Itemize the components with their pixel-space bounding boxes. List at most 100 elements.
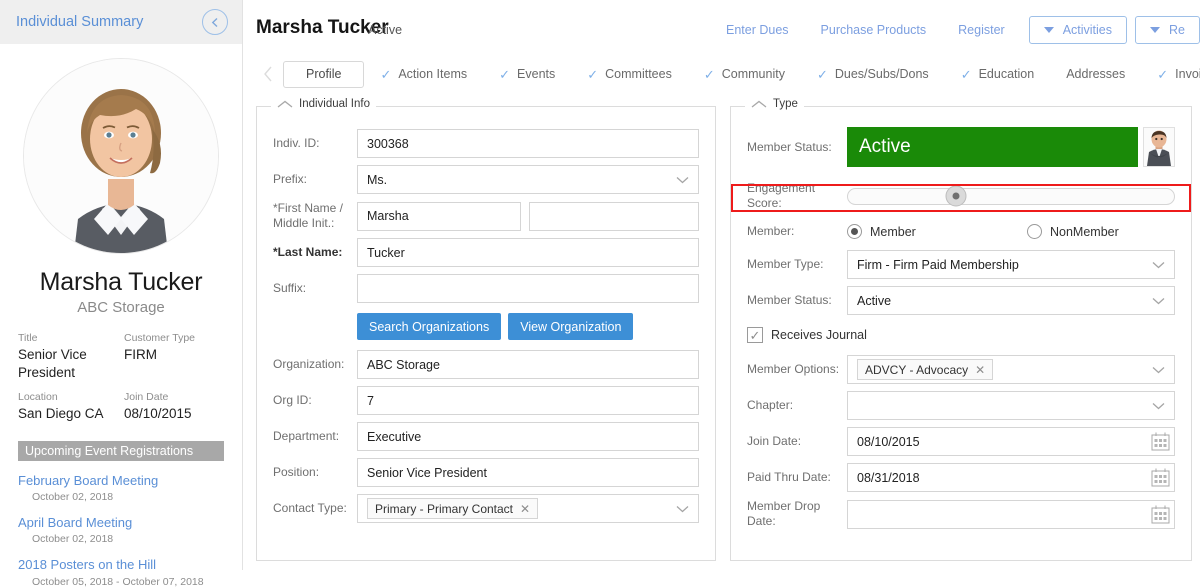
organization-field[interactable]: ABC Storage: [357, 350, 699, 379]
radio-icon: [1027, 224, 1042, 239]
org-id-field[interactable]: 7: [357, 386, 699, 415]
avatar-wrapper: [0, 58, 242, 254]
contact-type-select[interactable]: Primary - Primary Contact ✕: [357, 494, 699, 523]
member-thumbnail: [1143, 127, 1175, 167]
chapter-label: Chapter:: [747, 398, 794, 412]
meta-value: Senior Vice President: [18, 347, 87, 380]
chevron-left-circle-icon[interactable]: [202, 9, 228, 35]
check-icon: ✓: [499, 66, 511, 82]
join-date-value: 08/10/2015: [857, 434, 920, 449]
receives-journal-label: Receives Journal: [771, 328, 867, 342]
org-id-label: Org ID:: [273, 393, 312, 407]
department-field[interactable]: Executive: [357, 422, 699, 451]
field-row-organization: Organization: ABC Storage: [273, 350, 699, 379]
summary-meta-grid: Title Senior Vice President Customer Typ…: [18, 332, 224, 423]
reports-dropdown-button[interactable]: Re: [1135, 16, 1200, 44]
paid-thru-date-value: 08/31/2018: [857, 470, 920, 485]
member-label: Member:: [747, 224, 795, 238]
view-organization-button[interactable]: View Organization: [508, 313, 634, 340]
member-options-chip: ADVCY - Advocacy ✕: [857, 359, 994, 380]
member-status-select[interactable]: Active: [847, 286, 1175, 315]
radio-member[interactable]: Member: [847, 224, 1027, 239]
meta-item-customer-type: Customer Type FIRM: [124, 332, 224, 381]
receives-journal-checkbox[interactable]: ✓ Receives Journal: [747, 327, 1175, 343]
tab-label: Addresses: [1066, 67, 1126, 81]
checkbox-icon: ✓: [747, 327, 763, 343]
status-badge: Active: [368, 23, 403, 37]
top-actions: Enter Dues Purchase Products Register Ac…: [710, 16, 1200, 44]
purchase-products-link[interactable]: Purchase Products: [805, 23, 943, 37]
event-link[interactable]: April Board Meeting: [18, 515, 224, 531]
middle-initial-field[interactable]: [529, 201, 699, 231]
member-drop-date-field[interactable]: [847, 499, 1175, 529]
activities-dropdown-button[interactable]: Activities: [1028, 16, 1128, 44]
tab-dues-subs-dons[interactable]: ✓ Dues/Subs/Dons: [801, 61, 945, 87]
type-fieldset: Type Member Status: Active Engagement Sc…: [730, 98, 1192, 561]
check-icon: ✓: [816, 66, 828, 82]
tab-addresses[interactable]: Addresses: [1050, 61, 1141, 87]
radio-nonmember[interactable]: NonMember: [1027, 224, 1119, 239]
radio-label: Member: [870, 224, 916, 239]
indiv-id-field[interactable]: 300368: [357, 129, 699, 158]
list-item: 2018 Posters on the Hill October 05, 201…: [18, 557, 224, 587]
department-label: Department:: [273, 429, 340, 443]
tab-label: Education: [978, 67, 1035, 81]
member-type-select[interactable]: Firm - Firm Paid Membership: [847, 250, 1175, 279]
suffix-field[interactable]: [357, 274, 699, 303]
type-legend: Type: [745, 98, 804, 110]
tab-action-items[interactable]: ✓ Action Items: [364, 61, 483, 87]
tab-education[interactable]: ✓ Education: [945, 61, 1051, 87]
paid-thru-date-field[interactable]: 08/31/2018: [847, 463, 1175, 492]
calendar-icon[interactable]: [1149, 503, 1171, 525]
tab-community[interactable]: ✓ Community: [688, 61, 801, 87]
radio-icon: [847, 224, 862, 239]
event-link[interactable]: 2018 Posters on the Hill: [18, 557, 224, 573]
meta-value: San Diego CA: [18, 406, 104, 422]
check-icon: ✓: [1157, 66, 1169, 82]
member-radio-row: Member: Member NonMember: [747, 224, 1175, 239]
suffix-label: Suffix:: [273, 281, 307, 295]
chevron-up-icon[interactable]: [277, 100, 293, 108]
search-organizations-button[interactable]: Search Organizations: [357, 313, 502, 340]
field-row-suffix: Suffix:: [273, 274, 699, 303]
position-label: Position:: [273, 465, 320, 479]
contact-type-chip: Primary - Primary Contact ✕: [367, 498, 539, 519]
calendar-icon[interactable]: [1149, 467, 1171, 489]
chip-label: Primary - Primary Contact: [375, 501, 514, 516]
tab-events[interactable]: ✓ Events: [483, 61, 571, 87]
upcoming-events-header: Upcoming Event Registrations: [18, 440, 224, 461]
event-date: October 02, 2018: [32, 491, 114, 504]
prefix-value: Ms.: [367, 172, 388, 187]
paid-thru-date-label: Paid Thru Date:: [747, 470, 831, 484]
tab-committees[interactable]: ✓ Committees: [571, 61, 688, 87]
enter-dues-link[interactable]: Enter Dues: [710, 23, 805, 37]
chevron-down-icon: [1043, 27, 1054, 33]
member-options-select[interactable]: ADVCY - Advocacy ✕: [847, 355, 1175, 384]
join-date-field[interactable]: 08/10/2015: [847, 427, 1175, 456]
tab-bar: Profile ✓ Action Items ✓ Events ✓ Commit…: [244, 56, 1200, 92]
last-name-field[interactable]: Tucker: [357, 238, 699, 267]
chevron-up-icon[interactable]: [751, 100, 767, 108]
close-icon[interactable]: ✕: [520, 502, 530, 516]
position-field[interactable]: Senior Vice President: [357, 458, 699, 487]
check-icon: ✓: [380, 66, 392, 82]
tab-profile[interactable]: Profile: [283, 60, 365, 88]
indiv-id-label: Indiv. ID:: [273, 136, 320, 150]
calendar-icon[interactable]: [1149, 431, 1171, 453]
chapter-select[interactable]: [847, 391, 1175, 420]
meta-value: 08/10/2015: [124, 406, 192, 422]
tabs-scroll-left-icon[interactable]: [254, 65, 283, 83]
contact-type-label: Contact Type:: [273, 501, 347, 515]
tab-invoices[interactable]: ✓ Invoices: [1141, 61, 1200, 87]
close-icon[interactable]: ✕: [975, 363, 985, 377]
field-row-first-name: *First Name / Middle Init.: Marsha: [273, 201, 699, 231]
member-status-top-label: Member Status:: [747, 139, 832, 154]
first-name-field[interactable]: Marsha: [357, 201, 521, 231]
prefix-select[interactable]: Ms.: [357, 165, 699, 194]
register-link[interactable]: Register: [942, 23, 1021, 37]
check-icon: ✓: [587, 66, 599, 82]
event-link[interactable]: February Board Meeting: [18, 473, 224, 489]
field-row-org-id: Org ID: 7: [273, 386, 699, 415]
chevron-down-icon: [1152, 366, 1165, 374]
person-name: Marsha Tucker: [39, 268, 203, 296]
